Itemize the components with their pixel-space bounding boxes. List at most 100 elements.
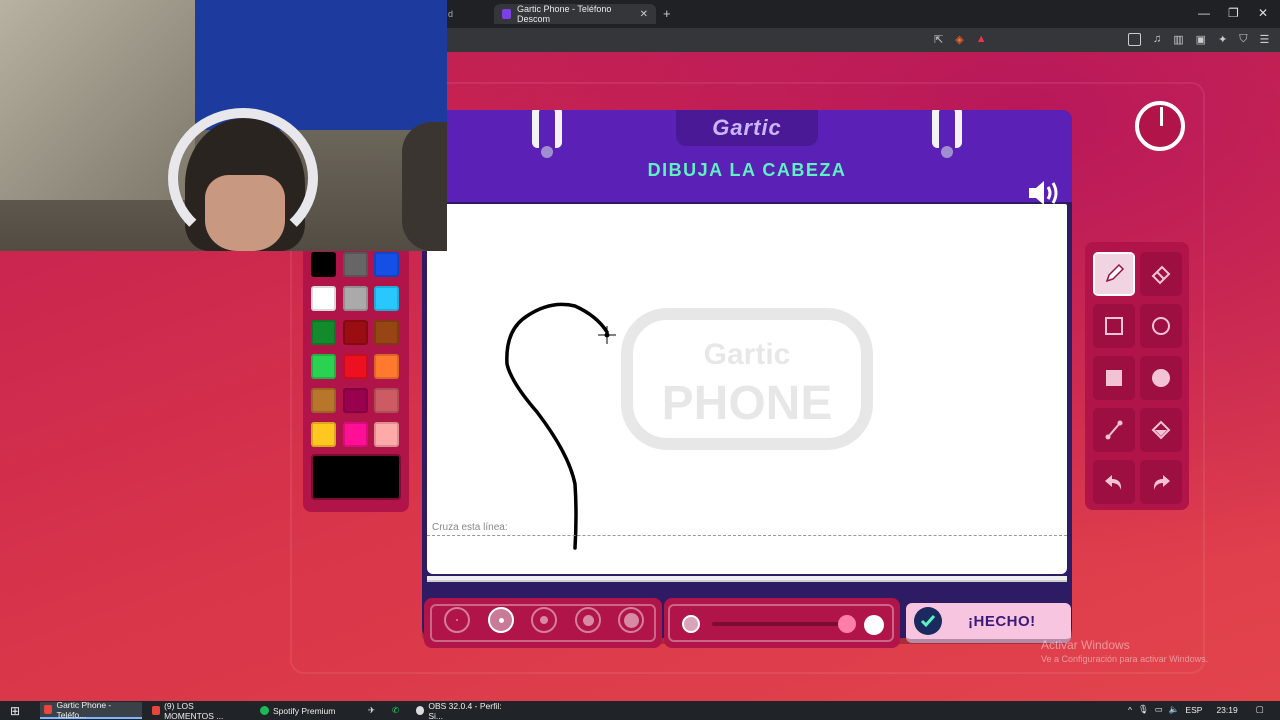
sidebar-icon[interactable]: ▥: [1173, 33, 1183, 46]
webcam-fan: [402, 122, 447, 251]
redo-tool[interactable]: [1140, 460, 1182, 504]
color-swatch[interactable]: [374, 252, 399, 277]
drawing-canvas[interactable]: Gartic PHONE Cruza esta línea:: [427, 204, 1067, 574]
new-tab-button[interactable]: +: [663, 6, 671, 21]
color-swatch[interactable]: [311, 252, 336, 277]
close-tab-icon[interactable]: ✕: [640, 9, 648, 20]
rectangle-outline-tool[interactable]: [1093, 304, 1135, 348]
color-swatch[interactable]: [343, 354, 368, 379]
microphone-icon[interactable]: 🎙: [1138, 704, 1149, 715]
clock[interactable]: 23:19: [1216, 705, 1237, 715]
taskbar-item-gartic[interactable]: Gartic Phone - Teléfo...: [40, 699, 142, 720]
color-swatch[interactable]: [374, 286, 399, 311]
drawn-stroke: [505, 302, 609, 550]
checkmark-icon: [914, 607, 942, 635]
gartic-favicon-icon: [502, 9, 511, 19]
paint-bucket-icon: [1151, 420, 1171, 440]
cross-line: [427, 535, 1067, 536]
maximize-button[interactable]: ❐: [1228, 6, 1239, 20]
color-swatch[interactable]: [311, 422, 336, 447]
board-header: Gartic DIBUJA LA CABEZA: [422, 110, 1072, 205]
browser-tab-inactive[interactable]: d: [440, 4, 490, 24]
color-swatch[interactable]: [311, 320, 336, 345]
close-window-button[interactable]: ✕: [1258, 6, 1268, 20]
color-swatch[interactable]: [311, 286, 336, 311]
brush-size-2[interactable]: [488, 607, 514, 633]
opacity-frame: [668, 604, 894, 642]
square-outline-icon: [1105, 317, 1123, 335]
network-icon[interactable]: ▭: [1155, 704, 1163, 715]
taskbar-item-momentos[interactable]: (9) LOS MOMENTOS ...: [148, 701, 250, 720]
color-palette: [303, 242, 409, 512]
screenshot-icon[interactable]: [1128, 33, 1141, 46]
svg-text:Gartic: Gartic: [704, 338, 791, 371]
rewards-icon[interactable]: ▲: [976, 33, 987, 46]
gartic-phone-watermark: Gartic PHONE: [621, 308, 873, 450]
undo-tool[interactable]: [1093, 460, 1135, 504]
keyboard-language[interactable]: ESP: [1185, 705, 1202, 715]
bucket-tool[interactable]: [1140, 408, 1182, 452]
pencil-tool[interactable]: [1093, 252, 1135, 296]
vpn-icon[interactable]: ⛉: [1239, 33, 1247, 46]
brush-size-5[interactable]: [618, 607, 644, 633]
brave-icon: [44, 705, 53, 714]
whatsapp-icon[interactable]: ✆: [388, 702, 403, 719]
menu-icon[interactable]: ☰: [1260, 33, 1270, 46]
opacity-slider-track[interactable]: [712, 622, 852, 626]
selected-color-preview: [311, 454, 401, 500]
music-icon[interactable]: ♫: [1153, 33, 1161, 46]
color-swatch[interactable]: [311, 354, 336, 379]
binder-ring-icon: [932, 110, 962, 158]
color-swatch[interactable]: [343, 422, 368, 447]
paper-edge: [427, 576, 1067, 582]
brave-shield-icon[interactable]: ◈: [955, 33, 963, 46]
brush-size-1[interactable]: [444, 607, 470, 633]
color-swatch[interactable]: [343, 252, 368, 277]
color-swatch[interactable]: [311, 388, 336, 413]
windows-activation-subtitle: Ve a Configuración para activar Windows.: [1041, 654, 1209, 664]
color-swatch[interactable]: [374, 320, 399, 345]
windows-activation-title: Activar Windows: [1041, 638, 1130, 652]
color-swatch[interactable]: [343, 320, 368, 345]
svg-text:PHONE: PHONE: [662, 377, 833, 430]
drawing-board: Gartic DIBUJA LA CABEZA Gartic PHONE Cru…: [422, 110, 1072, 638]
wallet-icon[interactable]: ▣: [1196, 33, 1206, 46]
steam-icon[interactable]: ✈: [364, 702, 379, 719]
color-swatch[interactable]: [374, 422, 399, 447]
volume-icon[interactable]: 🔈: [1169, 704, 1180, 715]
brush-size-panel: [424, 598, 662, 648]
color-swatch[interactable]: [343, 388, 368, 413]
taskbar-item-obs[interactable]: OBS 32.0.4 - Perfil: Si...: [412, 700, 516, 720]
color-swatch[interactable]: [374, 354, 399, 379]
circle-filled-icon: [1152, 369, 1170, 387]
gartic-logo: Gartic: [676, 110, 818, 146]
line-tool[interactable]: [1093, 408, 1135, 452]
rectangle-fill-tool[interactable]: [1093, 356, 1135, 400]
tools-panel: [1085, 242, 1189, 510]
eraser-tool[interactable]: [1140, 252, 1182, 296]
tray-chevron-icon[interactable]: ^: [1128, 705, 1132, 715]
circle-fill-tool[interactable]: [1140, 356, 1182, 400]
eraser-icon: [1151, 265, 1171, 285]
start-menu-icon[interactable]: ⊞: [6, 702, 24, 719]
circle-outline-tool[interactable]: [1140, 304, 1182, 348]
taskbar-item-spotify[interactable]: Spotify Premium: [256, 702, 358, 719]
brush-size-4[interactable]: [575, 607, 601, 633]
color-swatch[interactable]: [343, 286, 368, 311]
color-swatch[interactable]: [374, 388, 399, 413]
crosshair-cursor-icon: [598, 326, 616, 344]
browser-tab-active[interactable]: Gartic Phone - Teléfono Descom ✕: [494, 4, 656, 24]
notifications-icon[interactable]: ▢: [1256, 704, 1264, 715]
taskbar-item-label: Gartic Phone - Teléfo...: [56, 699, 112, 720]
done-button[interactable]: ¡HECHO!: [906, 603, 1071, 643]
share-icon[interactable]: ⇱: [934, 33, 943, 46]
webcam-wall: [0, 0, 195, 200]
pencil-icon: [1105, 263, 1125, 283]
opacity-slider-handle[interactable]: [838, 615, 856, 633]
obs-icon: [416, 706, 425, 715]
leo-icon[interactable]: ✦: [1218, 33, 1227, 46]
taskbar-item-label: OBS 32.0.4 - Perfil: Si...: [428, 700, 502, 720]
timer-icon: [1135, 101, 1185, 151]
brush-size-3[interactable]: [531, 607, 557, 633]
minimize-button[interactable]: —: [1198, 6, 1210, 20]
